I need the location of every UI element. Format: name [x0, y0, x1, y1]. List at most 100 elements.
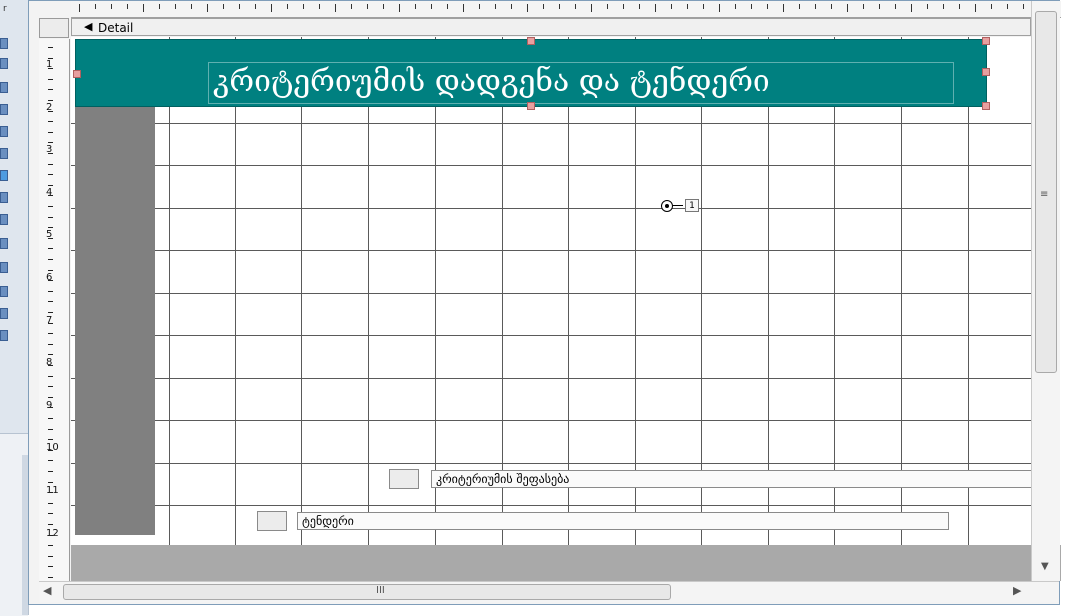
ruler-tick [943, 4, 944, 9]
grid-line [71, 420, 1031, 421]
control-textbox[interactable]: ტენდერი [297, 512, 949, 530]
ruler-tick [975, 4, 976, 12]
grid-line [768, 37, 769, 545]
ruler-tick [399, 4, 400, 12]
gray-rectangle-control[interactable] [75, 107, 155, 535]
ruler-tick [48, 407, 53, 409]
ruler-tick [735, 4, 736, 9]
command-button[interactable] [257, 511, 287, 531]
title-box-control[interactable]: კრიტერიუმის დადგენა და ტენდერი [73, 37, 990, 110]
grid-line [71, 335, 1031, 336]
ruler-tick [463, 4, 464, 12]
grid-line [71, 378, 1031, 379]
ruler-tick [591, 4, 592, 12]
ruler-tick [527, 4, 528, 12]
command-button[interactable] [389, 469, 419, 489]
ruler-tick [287, 4, 288, 9]
ruler-tick [48, 269, 53, 271]
grid-line [568, 37, 569, 545]
ruler-tick [799, 4, 800, 9]
ruler-tick [48, 100, 53, 101]
grid-line [71, 123, 1031, 124]
ruler-tick [48, 290, 53, 292]
ruler-tick [48, 502, 53, 504]
ruler-tick [48, 206, 53, 207]
scroll-right-arrow-icon[interactable]: ▶ [1013, 584, 1021, 597]
ruler-tick [239, 4, 240, 9]
ruler-tick [48, 195, 53, 197]
ruler-tick [48, 481, 53, 483]
form-selector[interactable] [39, 18, 69, 38]
nav-object-icon[interactable] [0, 170, 8, 181]
scroll-left-arrow-icon[interactable]: ◀ [43, 584, 51, 597]
resize-handle[interactable] [527, 102, 535, 110]
ruler-tick [255, 4, 256, 9]
control-textbox[interactable]: კრიტერიუმის შეფასება [431, 470, 1031, 488]
ruler-tick [959, 4, 960, 9]
ruler-tick [655, 4, 656, 12]
ruler-tick [48, 89, 53, 91]
ruler-tick [175, 4, 176, 9]
nav-object-icon[interactable] [0, 82, 8, 93]
nav-object-icon[interactable] [0, 330, 8, 341]
vertical-scrollbar[interactable]: ≡ ▼ [1031, 1, 1060, 581]
nav-object-icon[interactable] [0, 126, 8, 137]
radio-button-icon[interactable] [661, 200, 673, 212]
resize-handle[interactable] [982, 37, 990, 45]
nav-object-icon[interactable] [0, 148, 8, 159]
ruler-tick [319, 4, 320, 9]
ruler-tick [48, 566, 53, 568]
nav-object-icon[interactable] [0, 214, 8, 225]
nav-object-icon[interactable] [0, 308, 8, 319]
ruler-tick [48, 227, 53, 229]
ruler-tick [767, 4, 768, 9]
ruler-tick [48, 439, 53, 441]
ruler-tick [48, 174, 53, 176]
ruler-tick [207, 4, 208, 12]
nav-object-icon[interactable] [0, 104, 8, 115]
ruler-tick [191, 4, 192, 9]
ruler-tick [48, 259, 53, 260]
nav-object-icon[interactable] [0, 38, 8, 49]
ruler-tick [48, 545, 53, 547]
ruler-tick [48, 555, 53, 557]
option-value-label[interactable]: 1 [685, 199, 699, 212]
design-grid[interactable]: კრიტერიუმის დადგენა და ტენდერი 1 კრიტერი… [71, 37, 1031, 545]
ruler-tick [575, 4, 576, 9]
horizontal-scroll-thumb[interactable]: III [63, 584, 671, 600]
ruler-tick [815, 4, 816, 9]
grid-line [901, 37, 902, 545]
ruler-tick [48, 131, 53, 133]
ruler-tick [48, 492, 53, 494]
ruler-tick [879, 4, 880, 9]
grid-line [169, 37, 170, 545]
resize-handle[interactable] [73, 70, 81, 78]
ruler-number: 6 [46, 272, 53, 283]
horizontal-scrollbar[interactable]: ◀ III ▶ [39, 581, 1059, 602]
resize-handle[interactable] [527, 37, 535, 45]
resize-handle[interactable] [982, 68, 990, 76]
nav-object-icon[interactable] [0, 58, 8, 69]
grid-line [502, 37, 503, 545]
left-panel-edge: r [0, 0, 29, 616]
resize-handle[interactable] [982, 102, 990, 110]
ruler-tick [127, 4, 128, 9]
ruler-tick [48, 153, 53, 154]
ruler-tick [48, 449, 53, 451]
ruler-tick [48, 312, 53, 313]
ruler-tick [48, 47, 53, 48]
ruler-tick [48, 184, 53, 186]
form-title-label[interactable]: კრიტერიუმის დადგენა და ტენდერი [208, 62, 954, 104]
ruler-tick [48, 248, 53, 250]
nav-object-icon[interactable] [0, 262, 8, 273]
section-label: Detail [98, 21, 134, 35]
nav-object-icon[interactable] [0, 192, 8, 203]
ruler-tick [223, 4, 224, 9]
ruler-number: 8 [46, 357, 53, 368]
detail-section-bar[interactable]: ◀ Detail [71, 18, 1031, 36]
section-collapse-icon[interactable]: ◀ [84, 20, 92, 33]
nav-object-icon[interactable] [0, 238, 8, 249]
nav-object-icon[interactable] [0, 286, 8, 297]
ruler-tick [687, 4, 688, 9]
scroll-down-arrow-icon[interactable]: ▼ [1041, 561, 1049, 572]
